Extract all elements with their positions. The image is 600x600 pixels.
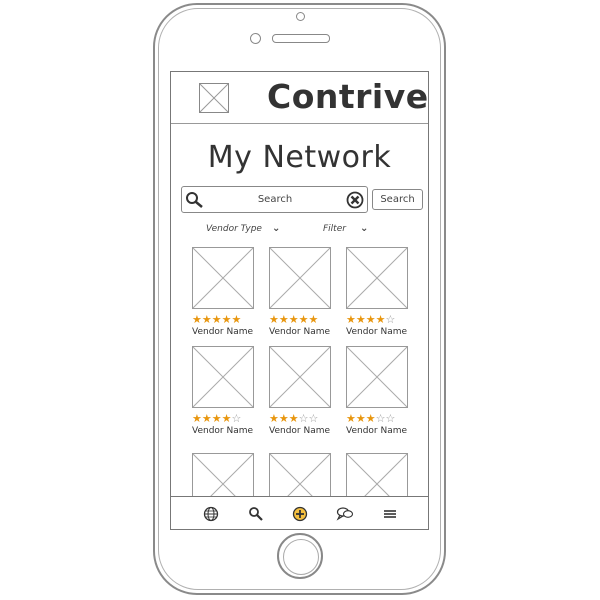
vendor-image-placeholder xyxy=(346,247,408,309)
vendor-card[interactable]: ★★★★☆ Vendor Name xyxy=(346,247,410,337)
star-rating: ★★★★☆ xyxy=(346,314,410,326)
sensor-icon xyxy=(250,33,261,44)
star-filled-icon: ★ xyxy=(355,412,366,425)
search-placeholder: Search xyxy=(257,194,293,205)
vendor-image-placeholder xyxy=(192,346,254,408)
star-filled-icon: ★ xyxy=(355,313,366,326)
star-empty-icon: ☆ xyxy=(385,412,396,425)
star-empty-icon: ☆ xyxy=(375,412,386,425)
vendor-name: Vendor Name xyxy=(269,426,331,436)
star-empty-icon: ☆ xyxy=(231,412,242,425)
vendor-image-placeholder xyxy=(269,346,331,408)
vendor-name: Vendor Name xyxy=(346,426,408,436)
star-filled-icon: ★ xyxy=(192,412,202,425)
star-filled-icon: ★ xyxy=(231,313,242,326)
tab-add[interactable] xyxy=(285,497,315,529)
filter-label: Filter xyxy=(323,224,346,234)
globe-icon xyxy=(203,506,219,521)
vendor-name: Vendor Name xyxy=(346,327,408,337)
star-filled-icon: ★ xyxy=(211,313,222,326)
vendor-image-placeholder xyxy=(269,247,331,309)
star-filled-icon: ★ xyxy=(288,313,299,326)
star-filled-icon: ★ xyxy=(278,412,289,425)
vendor-type-label: Vendor Type xyxy=(206,224,262,234)
vendor-name: Vendor Name xyxy=(192,426,254,436)
vendor-image-placeholder xyxy=(192,247,254,309)
vendor-name: Vendor Name xyxy=(192,327,254,337)
speaker-icon xyxy=(272,34,330,43)
star-rating: ★★★★☆ xyxy=(192,413,256,425)
search-input[interactable]: Search xyxy=(181,186,368,213)
tab-search[interactable] xyxy=(241,497,271,529)
star-filled-icon: ★ xyxy=(346,313,356,326)
chat-icon xyxy=(336,506,354,521)
star-filled-icon: ★ xyxy=(278,313,289,326)
menu-icon xyxy=(384,509,396,518)
vendor-image-placeholder xyxy=(346,346,408,408)
star-filled-icon: ★ xyxy=(211,412,222,425)
chevron-down-icon: ⌄ xyxy=(271,223,281,234)
clear-icon[interactable] xyxy=(346,191,364,209)
star-filled-icon: ★ xyxy=(192,313,202,326)
app-header: Contrive xyxy=(171,72,428,124)
star-rating: ★★★★★ xyxy=(192,314,256,326)
star-filled-icon: ★ xyxy=(288,412,299,425)
tab-chat[interactable] xyxy=(330,497,360,529)
vendor-name: Vendor Name xyxy=(269,327,331,337)
add-icon xyxy=(292,506,308,521)
star-rating: ★★★★★ xyxy=(269,314,333,326)
search-button[interactable]: Search xyxy=(372,189,423,210)
tab-menu[interactable] xyxy=(375,497,405,529)
star-filled-icon: ★ xyxy=(201,313,212,326)
star-rating: ★★★☆☆ xyxy=(346,413,410,425)
vendor-type-dropdown[interactable]: Vendor Type ⌄ xyxy=(206,223,280,234)
star-empty-icon: ☆ xyxy=(308,412,319,425)
camera-icon xyxy=(296,12,305,21)
star-filled-icon: ★ xyxy=(269,412,279,425)
vendor-card[interactable]: ★★★☆☆ Vendor Name xyxy=(269,346,333,436)
star-filled-icon: ★ xyxy=(308,313,319,326)
star-filled-icon: ★ xyxy=(201,412,212,425)
vendor-card[interactable]: ★★★★☆ Vendor Name xyxy=(192,346,256,436)
star-filled-icon: ★ xyxy=(375,313,386,326)
home-button[interactable] xyxy=(277,533,323,579)
star-filled-icon: ★ xyxy=(365,412,376,425)
star-filled-icon: ★ xyxy=(221,412,232,425)
star-empty-icon: ☆ xyxy=(298,412,309,425)
star-empty-icon: ☆ xyxy=(385,313,396,326)
star-filled-icon: ★ xyxy=(365,313,376,326)
vendor-card[interactable]: ★★★★★ Vendor Name xyxy=(269,247,333,337)
star-filled-icon: ★ xyxy=(269,313,279,326)
app-title: Contrive xyxy=(267,77,429,116)
star-filled-icon: ★ xyxy=(298,313,309,326)
vendor-card[interactable]: ★★★★★ Vendor Name xyxy=(192,247,256,337)
search-icon xyxy=(186,192,203,208)
page-title: My Network xyxy=(207,140,392,175)
chevron-down-icon: ⌄ xyxy=(359,223,369,234)
star-filled-icon: ★ xyxy=(221,313,232,326)
vendor-card[interactable]: ★★★☆☆ Vendor Name xyxy=(346,346,410,436)
app-screen: Contrive My Network Search Search Vendor… xyxy=(170,71,429,530)
star-rating: ★★★☆☆ xyxy=(269,413,333,425)
filter-dropdown[interactable]: Filter ⌄ xyxy=(323,223,368,234)
search-icon xyxy=(249,506,263,521)
star-filled-icon: ★ xyxy=(346,412,356,425)
logo-placeholder[interactable] xyxy=(199,83,229,113)
bottom-tab-bar xyxy=(171,496,428,529)
tab-globe[interactable] xyxy=(196,497,226,529)
